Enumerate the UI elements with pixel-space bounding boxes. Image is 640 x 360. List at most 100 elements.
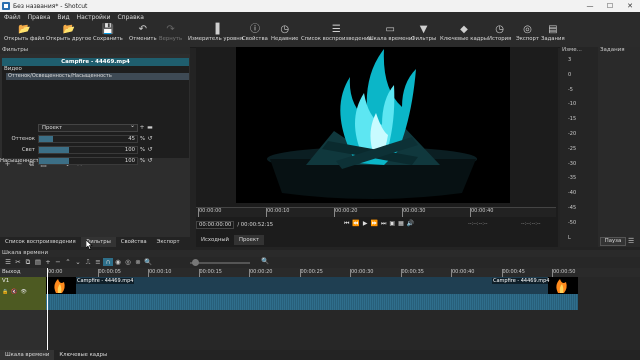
ruler-tick: 00:00:30 <box>401 208 426 217</box>
cut-icon[interactable]: ✂ <box>13 258 23 266</box>
save-preset-icon[interactable]: + <box>138 124 146 132</box>
filters-panel-title: Фильтры <box>0 47 190 54</box>
maximize-button[interactable]: ☐ <box>600 2 620 10</box>
ripple-all-icon[interactable]: ◎ <box>123 258 133 266</box>
toolbar-button-2[interactable]: 💾 Сохранить <box>93 23 123 42</box>
timeline-clip[interactable]: Campfire - 44469.mp4 Campfire - 44469.mp… <box>46 277 578 310</box>
player-ruler[interactable]: 00:00:00 00:00:10 00:00:20 00:00:30 00:00:40 <box>196 207 556 217</box>
toggle-zoom-icon[interactable]: ▣ <box>389 220 395 228</box>
volume-icon[interactable]: 🔊 <box>407 220 414 228</box>
append-icon[interactable]: + <box>43 258 53 266</box>
meter-tick: -30 <box>568 160 577 167</box>
menu-help[interactable]: Справка <box>117 14 143 21</box>
fast-forward-icon[interactable]: ⏩ <box>371 220 378 228</box>
menu-edit[interactable]: Правка <box>28 14 51 21</box>
overwrite-icon[interactable]: ⌄ <box>73 258 83 266</box>
skip-start-icon[interactable]: ⏮ <box>344 220 349 228</box>
paste-icon[interactable]: ▤ <box>33 258 43 266</box>
mute-icon[interactable]: 🔇 <box>11 289 17 295</box>
clip-title-start: Campfire - 44469.mp4 <box>76 278 135 284</box>
tab-keyframes[interactable]: Ключевые кадры <box>54 350 112 360</box>
video-preview[interactable] <box>236 47 510 203</box>
toolbar-button-10[interactable]: ▼ Фильтры <box>411 23 436 42</box>
grid-icon[interactable]: ▦ <box>398 220 404 228</box>
copy-icon[interactable]: ⧉ <box>23 258 33 267</box>
timeline-ruler-tick: 00:00:20 <box>248 269 273 278</box>
toolbar-button-4[interactable]: ↷ Вернуть <box>159 23 182 42</box>
ruler-tick: 00:00:00 <box>197 208 222 217</box>
tab-export[interactable]: Экспорт <box>152 237 185 247</box>
zoom-slider-knob[interactable] <box>192 259 199 266</box>
timeline-ruler[interactable]: 00:00 00:00:05 00:00:10 00:00:15 00:00:20 00:… <box>46 268 640 278</box>
filter-item-hsl[interactable]: Оттенок/Освещенность/Насыщенность <box>6 73 189 80</box>
rewind-icon[interactable]: ⏪ <box>352 220 359 228</box>
redo-icon: ↷ <box>166 24 175 35</box>
toolbar-button-6[interactable]: ⓘ Свойства <box>242 23 268 42</box>
menu-view[interactable]: Вид <box>57 14 69 21</box>
tab-project[interactable]: Проект <box>234 235 265 245</box>
recent-icon: ◷ <box>280 24 290 35</box>
toolbar-button-0[interactable]: 📂 Открыть файл <box>4 23 45 42</box>
track-header-v1[interactable]: V1 🔒 🔇 👁 <box>0 277 46 310</box>
zoom-out-icon[interactable]: 🔍 <box>143 258 153 266</box>
snap-icon[interactable]: ∩ <box>103 258 113 266</box>
split-icon[interactable]: ⎍ <box>83 258 93 267</box>
toolbar-button-12[interactable]: ◷ История <box>488 23 511 42</box>
reset-icon[interactable]: ↺ <box>146 157 154 165</box>
reset-icon[interactable]: ↺ <box>146 146 154 154</box>
toolbar-button-7[interactable]: ◷ Недавние <box>271 23 298 42</box>
toolbar-button-1[interactable]: 📂 Открыть другое <box>46 23 91 42</box>
param-value[interactable]: 100 <box>125 158 135 164</box>
title-bar: Без названия* - Shotcut — ☐ ✕ <box>0 0 640 12</box>
toolbar-button-5[interactable]: ▐ Измеритель уровня <box>188 23 243 42</box>
hide-icon[interactable]: 👁 <box>20 289 26 295</box>
toolbar-button-9[interactable]: ▭ Шкала времени <box>368 23 412 42</box>
transport-controls: ⏮ ⏪ ▶ ⏩ ⏭ ▣ ▦ 🔊 <box>344 220 414 228</box>
zoom-in-icon[interactable]: 🔍 <box>261 257 269 265</box>
play-icon[interactable]: ▶ <box>363 220 368 228</box>
param-slider[interactable]: 45 <box>38 135 138 143</box>
undo-icon: ↶ <box>138 24 147 35</box>
zoom-slider[interactable] <box>190 259 250 266</box>
scrub-icon[interactable]: ◉ <box>113 258 123 266</box>
param-unit: % <box>140 147 146 153</box>
timeline-playhead[interactable] <box>47 268 48 350</box>
clip-thumbnail-start <box>46 277 76 294</box>
minimize-button[interactable]: — <box>580 2 600 10</box>
jobs-menu-icon[interactable]: ☰ <box>628 237 634 245</box>
param-slider[interactable]: 100 <box>38 146 138 154</box>
ripple-markers-icon[interactable]: ⊚ <box>133 258 143 266</box>
pause-button[interactable]: Пауза <box>600 237 626 246</box>
tab-properties[interactable]: Свойства <box>116 237 152 247</box>
timeline-menu-icon[interactable]: ☰ <box>3 258 13 266</box>
toolbar-button-13[interactable]: ◎ Экспорт <box>516 23 539 42</box>
param-value[interactable]: 100 <box>125 147 135 153</box>
toolbar-button-8[interactable]: ☰ Список воспроизведения <box>301 23 372 42</box>
tab-timeline[interactable]: Шкала времени <box>0 350 55 360</box>
reset-icon[interactable]: ↺ <box>146 135 154 143</box>
param-slider-fill <box>39 158 70 164</box>
toolbar-button-11[interactable]: ◆ Ключевые кадры <box>440 23 488 42</box>
tab-playlist[interactable]: Список воспроизведения <box>0 237 81 247</box>
meter-title: Изме... <box>562 47 582 53</box>
toolbar-button-14[interactable]: ▤ Задания <box>541 23 565 42</box>
skip-end-icon[interactable]: ⏭ <box>381 220 386 228</box>
close-button[interactable]: ✕ <box>620 2 640 10</box>
remove-icon[interactable]: − <box>53 258 63 266</box>
param-value[interactable]: 45 <box>128 136 135 142</box>
param-slider[interactable]: 100 <box>38 157 138 165</box>
toolbar-label: Сохранить <box>93 36 123 42</box>
preset-select[interactable]: Проект <box>38 123 138 132</box>
toolbar-button-3[interactable]: ↶ Отменить <box>129 23 157 42</box>
lock-icon[interactable]: 🔒 <box>2 289 8 295</box>
ripple-icon[interactable]: ≡ <box>93 258 103 266</box>
menu-settings[interactable]: Настройки <box>77 14 111 21</box>
delete-preset-icon[interactable]: ▬ <box>146 124 154 132</box>
menu-file[interactable]: Файл <box>4 14 21 21</box>
tab-source[interactable]: Исходный <box>196 235 234 245</box>
timeline-ruler-tick: 00:00:05 <box>97 269 121 278</box>
toolbar-label: Экспорт <box>516 36 539 42</box>
current-timecode[interactable]: 00:00:00:00 <box>196 221 235 229</box>
lift-icon[interactable]: ⌃ <box>63 258 73 266</box>
filter-icon: ▼ <box>419 24 428 35</box>
